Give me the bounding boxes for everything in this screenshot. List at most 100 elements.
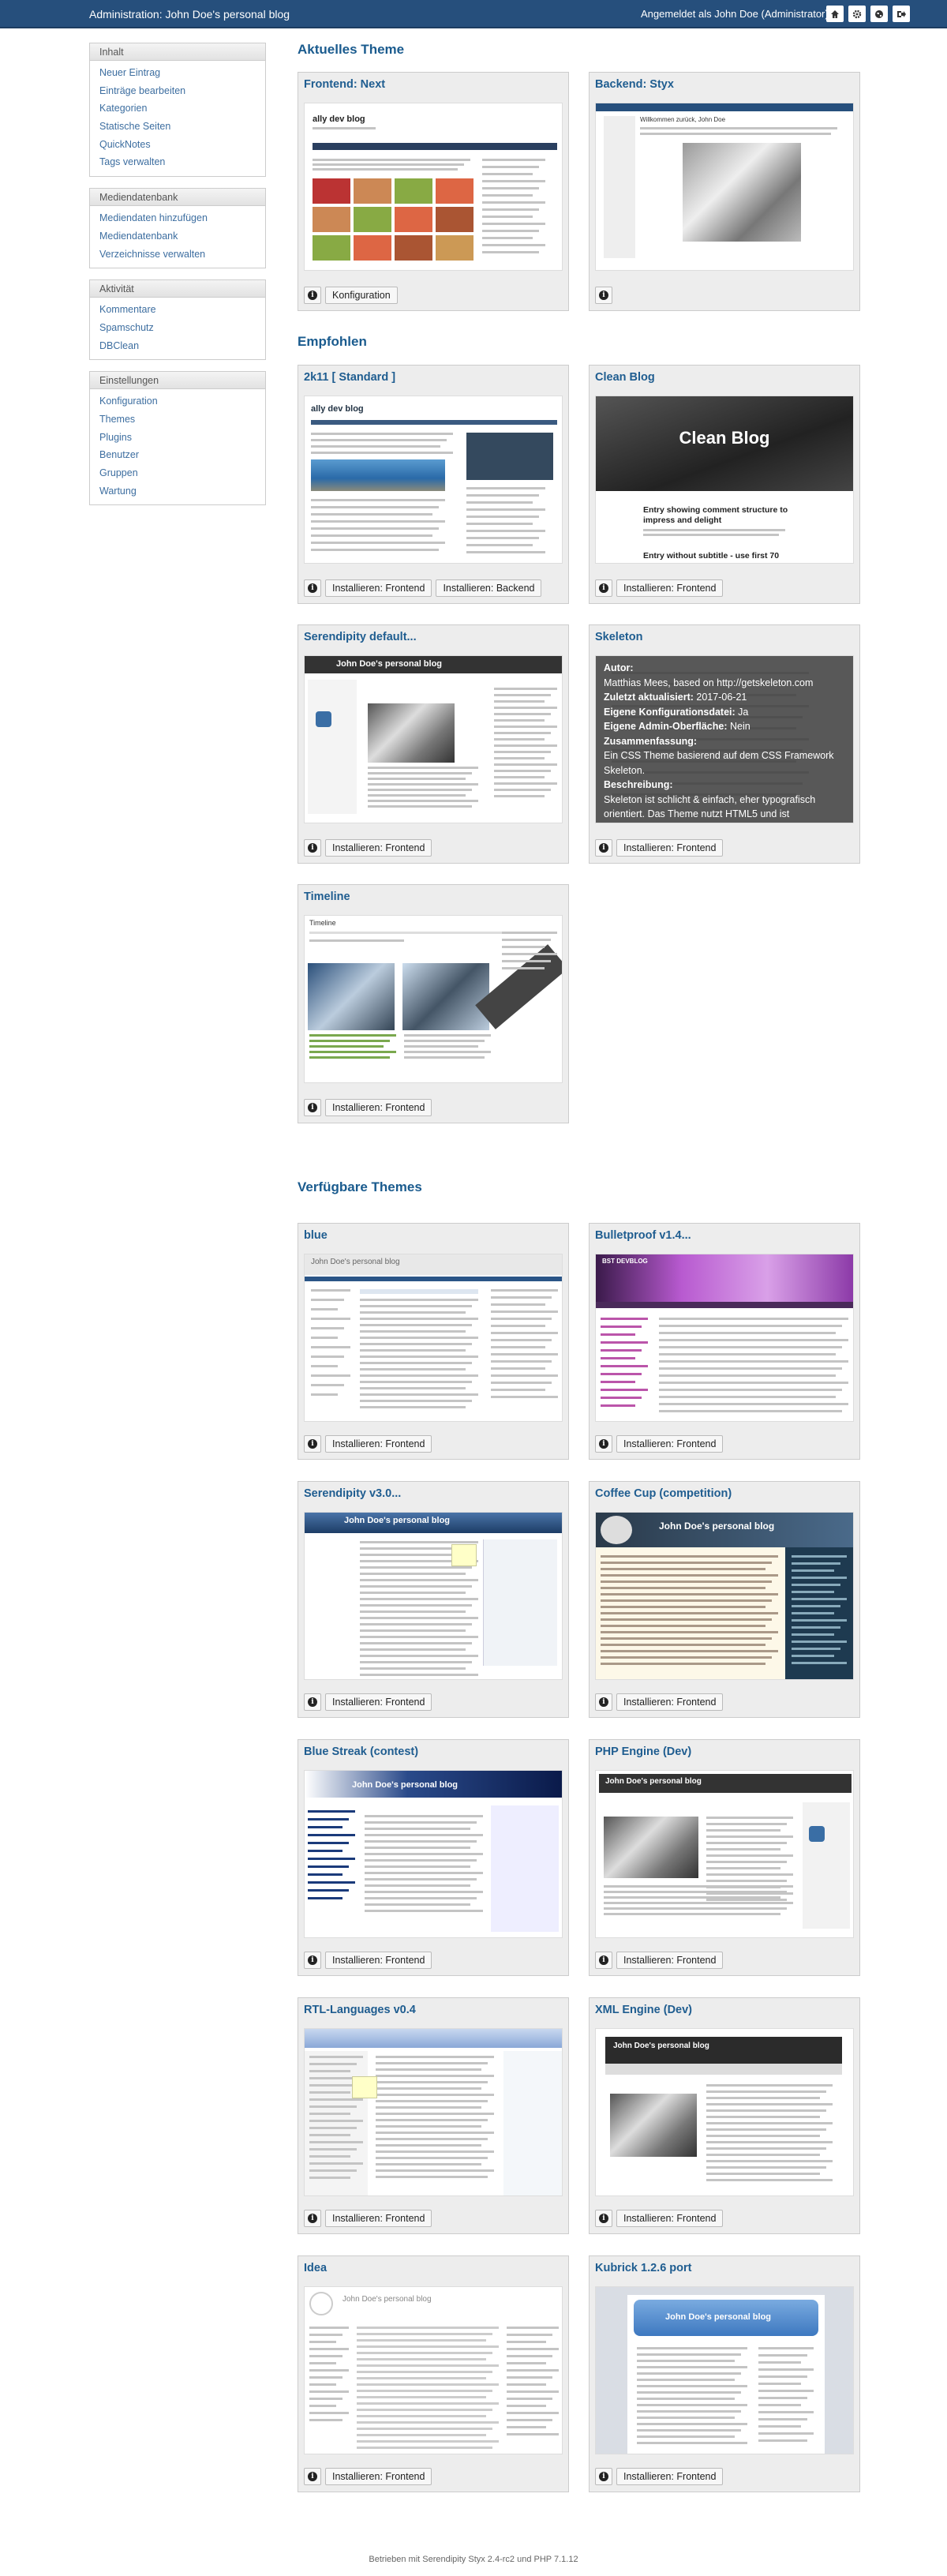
preview-blog-title: John Doe's personal blog xyxy=(613,2042,709,2050)
installieren-frontend-button[interactable]: Installieren: Frontend xyxy=(616,839,724,857)
theme-preview: John Doe's personal blog xyxy=(595,1512,854,1680)
theme-card-serendipity-v3-0: Serendipity v3.0... John Doe's personal … xyxy=(298,1481,569,1718)
installieren-frontend-button[interactable]: Installieren: Frontend xyxy=(616,2210,724,2227)
theme-title: Serendipity default... xyxy=(304,631,417,643)
installieren-frontend-button[interactable]: Installieren: Frontend xyxy=(616,579,724,597)
theme-card-idea: Idea John Doe's personal blog i Installie… xyxy=(298,2255,569,2492)
theme-info-overlay: Autor: Matthias Mees, based on http://get… xyxy=(596,656,853,823)
settings-button[interactable] xyxy=(848,6,866,22)
installieren-backend-button[interactable]: Installieren: Backend xyxy=(436,579,542,597)
info-button[interactable]: i xyxy=(595,579,612,597)
installieren-frontend-button[interactable]: Installieren: Frontend xyxy=(325,1099,432,1116)
sidebar-item-kategorien[interactable]: Kategorien xyxy=(90,99,265,118)
sidebar-item-tags-verwalten[interactable]: Tags verwalten xyxy=(90,153,265,171)
sidebar-item-plugins[interactable]: Plugins xyxy=(90,429,265,447)
installieren-frontend-button[interactable]: Installieren: Frontend xyxy=(325,1435,432,1453)
sidebar-item-wartung[interactable]: Wartung xyxy=(90,482,265,501)
footer: Betrieben mit Serendipity Styx 2.4-rc2 u… xyxy=(369,2555,578,2564)
installieren-frontend-button[interactable]: Installieren: Frontend xyxy=(616,1435,724,1453)
sidebar-item-mediendaten-hinzuf-gen[interactable]: Mediendaten hinzufügen xyxy=(90,209,265,227)
info-button[interactable]: i xyxy=(595,1435,612,1453)
sidebar-item-themes[interactable]: Themes xyxy=(90,411,265,429)
info-button[interactable]: i xyxy=(595,287,612,304)
theme-card-clean-blog: Clean Blog Clean Blog Entry showing comm… xyxy=(589,365,860,604)
theme-preview: John Doe's personal blog xyxy=(304,1512,563,1680)
sidebar-item-neuer-eintrag[interactable]: Neuer Eintrag xyxy=(90,64,265,82)
installieren-frontend-button[interactable]: Installieren: Frontend xyxy=(325,1693,432,1711)
sidebar-item-konfiguration[interactable]: Konfiguration xyxy=(90,392,265,411)
theme-title: Serendipity v3.0... xyxy=(304,1487,402,1500)
sidebar-item-quicknotes[interactable]: QuickNotes xyxy=(90,136,265,154)
installieren-frontend-button[interactable]: Installieren: Frontend xyxy=(325,1952,432,1969)
info-icon: i xyxy=(308,583,317,593)
info-button[interactable]: i xyxy=(595,1952,612,1969)
info-icon: i xyxy=(308,843,317,853)
theme-card-rtl-languages-v0-4: RTL-Languages v0.4 i Installieren: Fronte… xyxy=(298,1997,569,2234)
theme-title: Blue Streak (contest) xyxy=(304,1745,419,1758)
info-button[interactable]: i xyxy=(595,2468,612,2485)
info-icon: i xyxy=(308,1103,317,1112)
section-current-theme: Aktuelles Theme xyxy=(298,42,405,57)
sidebar-item-eintr-ge-bearbeiten[interactable]: Einträge bearbeiten xyxy=(90,82,265,100)
sidebar-group-einstellungen: Einstellungen Konfiguration Themes Plugins B… xyxy=(89,371,266,506)
preview-blog-title: John Doe's personal blog xyxy=(659,1520,775,1532)
info-button[interactable]: i xyxy=(304,1693,321,1711)
theme-card-blue: blue John Doe's personal blog i Installie… xyxy=(298,1223,569,1460)
info-button[interactable]: i xyxy=(595,2210,612,2227)
installieren-frontend-button[interactable]: Installieren: Frontend xyxy=(616,1952,724,1969)
info-button[interactable]: i xyxy=(304,287,321,304)
sidebar-item-kommentare[interactable]: Kommentare xyxy=(90,301,265,319)
info-button[interactable]: i xyxy=(304,579,321,597)
theme-card-skeleton: Skeleton Autor: Matthias Mees, based on h… xyxy=(589,624,860,864)
sidebar-item-verzeichnisse-verwalten[interactable]: Verzeichnisse verwalten xyxy=(90,246,265,264)
info-button[interactable]: i xyxy=(304,1099,321,1116)
sidebar-item-mediendatenbank[interactable]: Mediendatenbank xyxy=(90,227,265,246)
info-icon: i xyxy=(599,1439,608,1449)
preview-clean-title: Clean Blog xyxy=(679,428,770,448)
theme-title: Coffee Cup (competition) xyxy=(595,1487,732,1500)
theme-card-kubrick-1-2-6-port: Kubrick 1.2.6 port John Doe's personal b… xyxy=(589,2255,860,2492)
installieren-frontend-button[interactable]: Installieren: Frontend xyxy=(325,579,432,597)
theme-card-xml-engine-dev: XML Engine (Dev) John Doe's personal blo… xyxy=(589,1997,860,2234)
installieren-frontend-button[interactable]: Installieren: Frontend xyxy=(325,2468,432,2485)
info-button[interactable]: i xyxy=(304,2210,321,2227)
sidebar-item-benutzer[interactable]: Benutzer xyxy=(90,446,265,464)
info-button[interactable]: i xyxy=(304,1435,321,1453)
info-icon: i xyxy=(599,583,608,593)
installieren-frontend-button[interactable]: Installieren: Frontend xyxy=(325,839,432,857)
sidebar-item-dbclean[interactable]: DBClean xyxy=(90,337,265,355)
login-status: Angemeldet als John Doe (Administrator) xyxy=(641,8,829,20)
preview-blog-title: ally dev blog xyxy=(313,114,365,124)
sidebar-group-aktivit-t: Aktivität Kommentare Spamschutz DBClean xyxy=(89,279,266,361)
info-button[interactable]: i xyxy=(595,839,612,857)
info-button[interactable]: i xyxy=(595,1693,612,1711)
sidebar-item-statische-seiten[interactable]: Statische Seiten xyxy=(90,118,265,136)
installieren-frontend-button[interactable]: Installieren: Frontend xyxy=(325,2210,432,2227)
preview-blog-title: John Doe's personal blog xyxy=(336,659,443,669)
sidebar-group-title: Mediendatenbank xyxy=(90,189,265,207)
sidebar-item-gruppen[interactable]: Gruppen xyxy=(90,464,265,482)
info-icon: i xyxy=(599,2472,608,2481)
info-button[interactable]: i xyxy=(304,2468,321,2485)
sidebar-item-spamschutz[interactable]: Spamschutz xyxy=(90,319,265,337)
home-icon xyxy=(831,9,839,18)
theme-title: Skeleton xyxy=(595,631,643,643)
installieren-frontend-button[interactable]: Installieren: Frontend xyxy=(616,1693,724,1711)
frontend-button[interactable] xyxy=(870,6,888,22)
info-button[interactable]: i xyxy=(304,839,321,857)
installieren-frontend-button[interactable]: Installieren: Frontend xyxy=(616,2468,724,2485)
konfiguration-button[interactable]: Konfiguration xyxy=(325,287,398,304)
theme-preview: ally dev blog xyxy=(304,396,563,564)
info-icon: i xyxy=(308,1697,317,1707)
theme-card-serendipity-default: Serendipity default... John Doe's person… xyxy=(298,624,569,864)
info-icon: i xyxy=(599,1955,608,1965)
info-button[interactable]: i xyxy=(304,1952,321,1969)
theme-preview xyxy=(304,2028,563,2196)
logout-button[interactable] xyxy=(893,6,910,22)
theme-title: Timeline xyxy=(304,891,350,903)
theme-card-2k11-standard: 2k11 [ Standard ] ally dev blog i Installi… xyxy=(298,365,569,604)
theme-card-blue-streak-contest: Blue Streak (contest) John Doe's persona… xyxy=(298,1739,569,1976)
theme-preview: Clean Blog Entry showing comment structu… xyxy=(595,396,854,564)
home-button[interactable] xyxy=(826,6,844,22)
preview-blog-title: Timeline xyxy=(309,919,336,927)
